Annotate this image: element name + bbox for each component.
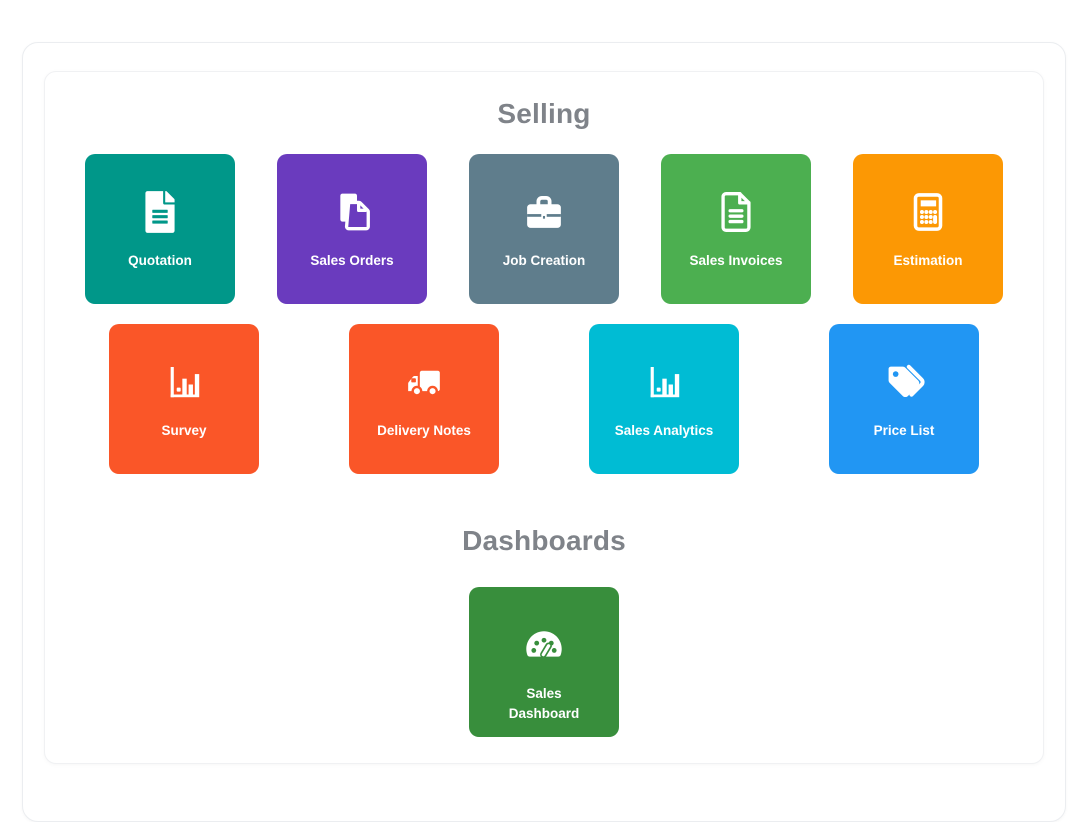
tile-survey[interactable]: Survey — [109, 324, 259, 474]
tags-icon — [879, 357, 929, 407]
tile-sales-orders[interactable]: Sales Orders — [277, 154, 427, 304]
tile-label: Sales Invoices — [679, 251, 792, 271]
tile-label: Sales Analytics — [605, 421, 724, 441]
tile-label: Sales Orders — [300, 251, 403, 271]
file-lines-icon — [711, 187, 761, 237]
tile-label: Quotation — [118, 251, 202, 271]
section-title-selling: Selling — [45, 97, 1043, 130]
dashboards-tile-row: Sales Dashboard — [45, 587, 1043, 737]
tile-label: Price List — [864, 421, 945, 441]
modules-card: Selling Quotation — [44, 71, 1044, 764]
calculator-icon — [903, 187, 953, 237]
tile-estimation[interactable]: Estimation — [853, 154, 1003, 304]
selling-tile-row-1: Quotation Sales Orders — [45, 154, 1043, 304]
copy-files-icon — [327, 187, 377, 237]
tile-label: Delivery Notes — [367, 421, 481, 441]
tile-price-list[interactable]: Price List — [829, 324, 979, 474]
file-text-icon — [135, 187, 185, 237]
tile-sales-dashboard[interactable]: Sales Dashboard — [469, 587, 619, 737]
truck-icon — [399, 357, 449, 407]
tile-sales-invoices[interactable]: Sales Invoices — [661, 154, 811, 304]
tile-label: Estimation — [883, 251, 972, 271]
page-card: Selling Quotation — [22, 42, 1066, 822]
selling-tile-row-2: Survey Delivery Notes — [45, 324, 1043, 474]
bar-chart-icon — [159, 357, 209, 407]
tile-label: Survey — [151, 421, 216, 441]
tile-label: Job Creation — [493, 251, 596, 271]
tile-sales-analytics[interactable]: Sales Analytics — [589, 324, 739, 474]
tile-quotation[interactable]: Quotation — [85, 154, 235, 304]
bar-chart-icon — [639, 357, 689, 407]
section-title-dashboards: Dashboards — [45, 524, 1043, 557]
tile-job-creation[interactable]: Job Creation — [469, 154, 619, 304]
tile-delivery-notes[interactable]: Delivery Notes — [349, 324, 499, 474]
gauge-icon — [519, 620, 569, 670]
briefcase-icon — [519, 187, 569, 237]
tile-label: Sales Dashboard — [469, 684, 619, 724]
